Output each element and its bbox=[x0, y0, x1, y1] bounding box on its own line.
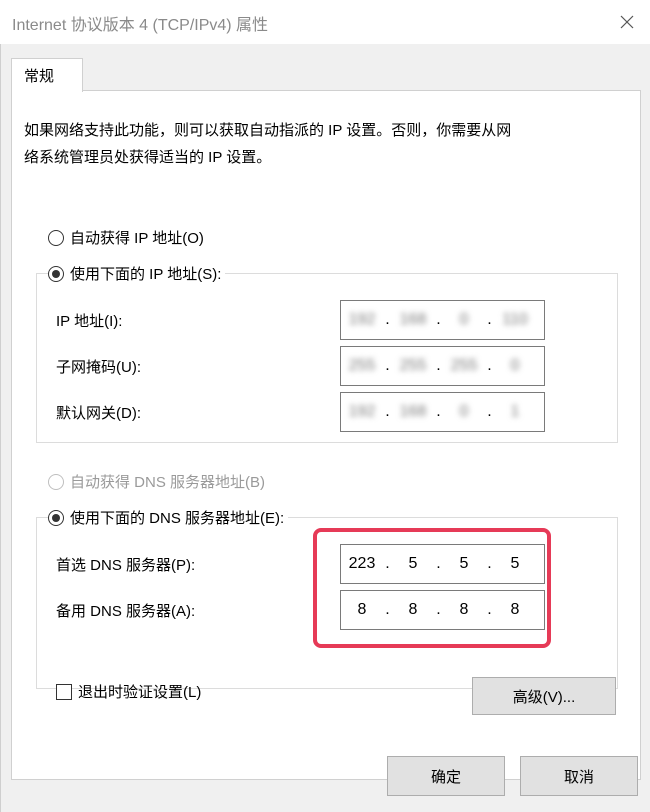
dot-separator: . bbox=[436, 403, 441, 420]
radio-manual-ip[interactable]: 使用下面的 IP 地址(S): bbox=[48, 263, 226, 284]
ip-address-label: IP 地址(I): bbox=[56, 313, 123, 330]
octet: 255 bbox=[348, 357, 376, 374]
validate-on-exit-checkbox[interactable]: 退出时验证设置(L) bbox=[56, 681, 201, 702]
octet: 192 bbox=[348, 311, 376, 328]
dot-separator: . bbox=[436, 357, 441, 374]
octet: 168 bbox=[399, 403, 427, 420]
close-icon bbox=[620, 15, 634, 29]
radio-manual-dns-label: 使用下面的 DNS 服务器地址(E): bbox=[70, 510, 285, 527]
radio-auto-dns[interactable]: 自动获得 DNS 服务器地址(B) bbox=[48, 471, 270, 492]
radio-manual-ip-circle[interactable] bbox=[48, 265, 64, 282]
dot-separator: . bbox=[487, 311, 492, 328]
tab-general[interactable]: 常规 bbox=[11, 58, 83, 92]
tab-general-label: 常规 bbox=[24, 68, 55, 85]
general-panel: 如果网络支持此功能，则可以获取自动指派的 IP 设置。否则，你需要从网 络系统管… bbox=[11, 90, 641, 780]
dot-separator: . bbox=[385, 403, 390, 420]
dot-separator: . bbox=[487, 403, 492, 420]
radio-manual-ip-label: 使用下面的 IP 地址(S): bbox=[70, 266, 222, 283]
octet: 255 bbox=[450, 357, 478, 374]
octet: 0 bbox=[459, 403, 469, 420]
description-line-2: 络系统管理员处获得适当的 IP 设置。 bbox=[24, 149, 272, 166]
radio-manual-dns-circle[interactable] bbox=[48, 509, 64, 526]
validate-checkbox-label: 退出时验证设置(L) bbox=[78, 684, 202, 701]
validate-checkbox-box[interactable] bbox=[56, 683, 72, 700]
ok-button-label: 确定 bbox=[430, 768, 461, 786]
default-gateway-label: 默认网关(D): bbox=[56, 405, 141, 422]
radio-auto-ip-label: 自动获得 IP 地址(O) bbox=[70, 230, 204, 247]
dns-highlight-box bbox=[313, 528, 551, 648]
octet: 0 bbox=[510, 357, 520, 374]
dialog-client: 常规 如果网络支持此功能，则可以获取自动指派的 IP 设置。否则，你需要从网 络… bbox=[0, 44, 650, 812]
octet: 192 bbox=[348, 403, 376, 420]
subnet-mask-input[interactable]: 255. 255. 255. 0 bbox=[340, 346, 545, 386]
dot-separator: . bbox=[385, 357, 390, 374]
advanced-button-label: 高级(V)... bbox=[512, 688, 576, 706]
octet: 168 bbox=[399, 311, 427, 328]
radio-manual-dns[interactable]: 使用下面的 DNS 服务器地址(E): bbox=[48, 507, 289, 528]
advanced-button[interactable]: 高级(V)... bbox=[472, 677, 616, 715]
radio-auto-dns-circle[interactable] bbox=[48, 473, 64, 490]
octet: 0 bbox=[459, 311, 469, 328]
radio-auto-dns-label: 自动获得 DNS 服务器地址(B) bbox=[70, 474, 266, 491]
description: 如果网络支持此功能，则可以获取自动指派的 IP 设置。否则，你需要从网 络系统管… bbox=[24, 117, 614, 171]
octet: 1 bbox=[510, 403, 520, 420]
description-line-1: 如果网络支持此功能，则可以获取自动指派的 IP 设置。否则，你需要从网 bbox=[24, 122, 512, 139]
dot-separator: . bbox=[487, 357, 492, 374]
dot-separator: . bbox=[385, 311, 390, 328]
cancel-button[interactable]: 取消 bbox=[520, 756, 638, 796]
ip-address-input[interactable]: 192. 168. 0. 110 bbox=[340, 300, 545, 340]
preferred-dns-label: 首选 DNS 服务器(P): bbox=[56, 557, 196, 574]
octet: 255 bbox=[399, 357, 427, 374]
title-bar: Internet 协议版本 4 (TCP/IPv4) 属性 bbox=[0, 0, 650, 44]
octet: 110 bbox=[502, 311, 528, 328]
subnet-mask-label: 子网掩码(U): bbox=[56, 359, 141, 376]
dot-separator: . bbox=[436, 311, 441, 328]
close-button[interactable] bbox=[604, 0, 650, 44]
ok-button[interactable]: 确定 bbox=[387, 756, 505, 796]
default-gateway-input[interactable]: 192. 168. 0. 1 bbox=[340, 392, 545, 432]
radio-auto-ip-circle[interactable] bbox=[48, 229, 64, 246]
alternate-dns-label: 备用 DNS 服务器(A): bbox=[56, 603, 196, 620]
cancel-button-label: 取消 bbox=[563, 768, 594, 786]
radio-auto-ip[interactable]: 自动获得 IP 地址(O) bbox=[48, 227, 208, 248]
window-title: Internet 协议版本 4 (TCP/IPv4) 属性 bbox=[12, 17, 269, 34]
